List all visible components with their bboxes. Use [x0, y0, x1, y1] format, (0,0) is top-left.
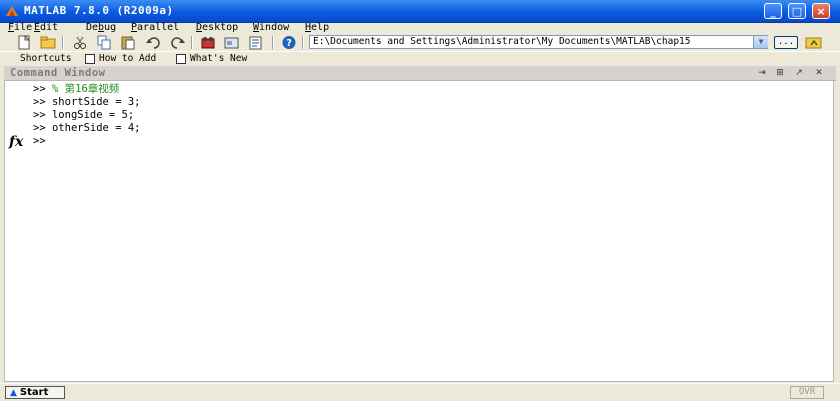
- copy-icon[interactable]: [96, 35, 112, 50]
- folder-up-icon[interactable]: [805, 35, 823, 49]
- menu-window[interactable]: Window: [253, 22, 289, 34]
- help-icon[interactable]: ?: [281, 35, 297, 50]
- command-line: >> shortSide = 3;: [33, 96, 141, 109]
- command-window[interactable]: fx >> % 第16章视频 >> shortSide = 3; >> long…: [4, 80, 834, 382]
- command-line: >> longSide = 5;: [33, 109, 134, 122]
- menu-help[interactable]: Help: [305, 22, 329, 34]
- prompt: >>: [33, 83, 46, 95]
- menu-debug[interactable]: Debug: [86, 22, 116, 34]
- title-bar: MATLAB 7.8.0 (R2009a) _ □ ×: [0, 0, 840, 23]
- close-button[interactable]: ×: [812, 3, 830, 19]
- command-text: % 第16章视频: [51, 83, 120, 95]
- simulink-icon[interactable]: [200, 35, 216, 50]
- chevron-down-icon[interactable]: ▼: [753, 36, 768, 48]
- minimize-button[interactable]: _: [764, 3, 782, 19]
- prompt: >>: [33, 122, 46, 134]
- menu-bar: File Edit Debug Parallel Desktop Window …: [0, 22, 840, 34]
- command-text: otherSide = 4;: [51, 122, 141, 134]
- command-window-title: Command Window: [10, 67, 106, 79]
- start-button[interactable]: ▲ Start: [5, 386, 65, 399]
- profiler-icon[interactable]: [248, 35, 264, 50]
- open-folder-icon[interactable]: [40, 35, 56, 50]
- toolbar-separator: [62, 36, 64, 49]
- redo-icon[interactable]: [170, 35, 186, 50]
- menu-parallel[interactable]: Parallel: [131, 22, 179, 34]
- command-text: shortSide = 3;: [51, 96, 141, 108]
- status-bar: ▲ Start OVR: [0, 383, 840, 401]
- actions-menu-icon[interactable]: ⇥: [756, 67, 768, 79]
- new-file-icon[interactable]: [16, 35, 32, 50]
- undo-icon[interactable]: [145, 35, 161, 50]
- menu-desktop[interactable]: Desktop: [196, 22, 238, 34]
- command-window-header: Command Window ⇥ ⊞ ↗ ✕: [4, 66, 836, 81]
- whats-new-link[interactable]: What's New: [190, 53, 247, 65]
- shortcut-icon: [85, 54, 95, 64]
- matlab-start-icon: ▲: [10, 388, 17, 398]
- shortcuts-bar: Shortcuts How to Add What's New: [0, 51, 840, 66]
- guide-icon[interactable]: [224, 35, 240, 50]
- toolbar-separator: [272, 36, 274, 49]
- prompt: >>: [33, 96, 46, 108]
- close-pane-icon[interactable]: ✕: [813, 67, 825, 79]
- paste-icon[interactable]: [120, 35, 136, 50]
- how-to-add-link[interactable]: How to Add: [99, 53, 156, 65]
- undock-arrow-icon[interactable]: ↗: [793, 67, 805, 79]
- dock-icon[interactable]: ⊞: [774, 67, 786, 79]
- command-line: >> % 第16章视频: [33, 83, 119, 96]
- menu-file[interactable]: File: [8, 22, 32, 34]
- cut-icon[interactable]: [72, 35, 88, 50]
- svg-text:?: ?: [286, 38, 292, 49]
- command-text: longSide = 5;: [51, 109, 135, 121]
- shortcut-icon: [176, 54, 186, 64]
- menu-edit[interactable]: Edit: [34, 22, 58, 34]
- shortcuts-label[interactable]: Shortcuts: [20, 53, 71, 65]
- command-line: >> otherSide = 4;: [33, 122, 141, 135]
- matlab-logo-icon: [6, 6, 18, 16]
- gutter: fx: [5, 81, 29, 381]
- window-title: MATLAB 7.8.0 (R2009a): [24, 4, 174, 17]
- prompt: >>: [33, 135, 46, 147]
- toolbar-separator: [302, 36, 304, 49]
- prompt: >>: [33, 109, 46, 121]
- browse-folder-button[interactable]: ...: [774, 36, 798, 49]
- toolbar-separator: [191, 36, 193, 49]
- overwrite-indicator: OVR: [790, 386, 824, 399]
- function-browser-icon[interactable]: fx: [9, 134, 23, 150]
- maximize-button[interactable]: □: [788, 3, 806, 19]
- current-folder-input[interactable]: E:\Documents and Settings\Administrator\…: [309, 35, 768, 49]
- command-line[interactable]: >>: [33, 135, 52, 148]
